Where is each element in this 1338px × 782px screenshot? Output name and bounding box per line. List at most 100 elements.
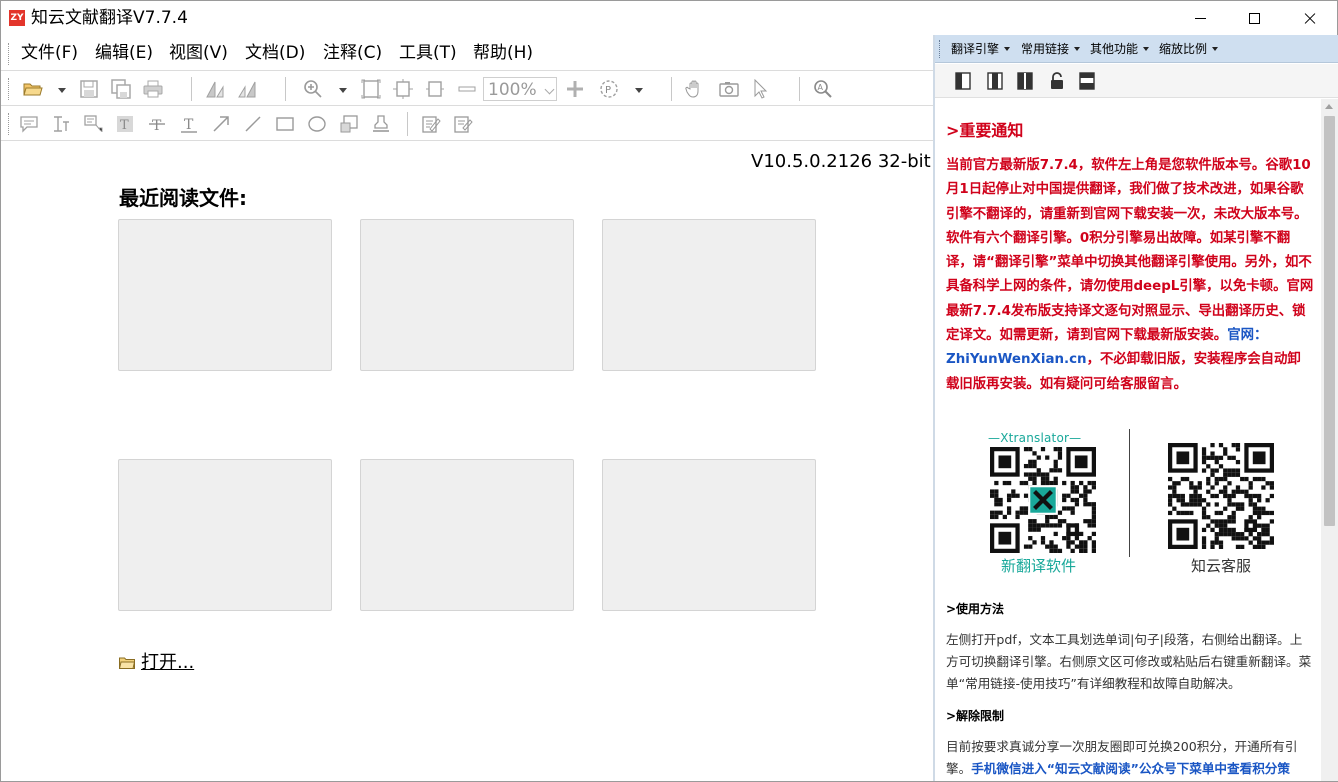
panel-toolbar xyxy=(935,64,1338,98)
minimize-button[interactable] xyxy=(1173,1,1227,35)
rotate-right-icon[interactable] xyxy=(237,79,257,99)
menu-comment[interactable]: 注释(C) xyxy=(323,42,382,64)
arrow-icon[interactable] xyxy=(211,114,231,134)
edit-form-icon[interactable] xyxy=(421,114,441,134)
chevron-down-icon xyxy=(1212,47,1219,51)
toolbar-separator xyxy=(191,77,192,101)
title-bar: ZY 知云文献翻译V7.7.4 xyxy=(1,1,1337,35)
open-folder-icon[interactable] xyxy=(23,79,43,99)
scroll-thumb[interactable] xyxy=(1324,116,1335,526)
usage-text: 左侧打开pdf，文本工具划选单词|句子|段落，右侧给出翻译。上方可切换翻译引擎。… xyxy=(946,632,1312,691)
snapshot-camera-icon[interactable] xyxy=(719,79,739,99)
ellipse-icon[interactable] xyxy=(307,114,327,134)
menu-edit[interactable]: 编辑(E) xyxy=(95,42,153,64)
window-title: 知云文献翻译V7.7.4 xyxy=(31,8,188,28)
fit-page-icon[interactable] xyxy=(393,79,413,99)
recent-file-thumbnail[interactable] xyxy=(602,459,816,611)
chevron-down-icon xyxy=(1074,47,1081,51)
zoom-level-value: 100% xyxy=(488,80,537,100)
panel-grip-icon[interactable] xyxy=(939,40,941,58)
qr-right-label: 知云客服 xyxy=(1191,557,1252,575)
recent-file-thumbnail[interactable] xyxy=(360,459,574,611)
fit-width-icon[interactable] xyxy=(425,79,445,99)
maximize-button[interactable] xyxy=(1227,1,1281,35)
menu-file[interactable]: 文件(F) xyxy=(21,42,78,64)
svg-text:T: T xyxy=(120,118,129,133)
zoom-plus-icon[interactable] xyxy=(565,79,585,99)
menu-translation-engine[interactable]: 翻译引擎 xyxy=(951,42,1011,56)
select-cursor-icon[interactable] xyxy=(751,79,771,99)
menu-other-functions[interactable]: 其他功能 xyxy=(1090,42,1150,56)
zoom-in-icon[interactable] xyxy=(303,79,323,99)
callout-icon[interactable] xyxy=(83,114,103,134)
menu-document[interactable]: 文档(D) xyxy=(245,42,305,64)
menu-help[interactable]: 帮助(H) xyxy=(473,42,533,64)
notice-text: 当前官方最新版7.7.4，软件左上角是您软件版本号。谷歌10月1日起停止对中国提… xyxy=(946,158,1314,392)
qr-left-label: 新翻译软件 xyxy=(1001,557,1077,575)
zoom-level-select[interactable]: 100% xyxy=(483,77,557,101)
qr-divider xyxy=(1129,429,1130,557)
actual-size-icon[interactable] xyxy=(361,79,381,99)
layout-middle-icon[interactable] xyxy=(985,71,1005,91)
toolbar-separator xyxy=(285,77,286,101)
underline-icon[interactable]: T xyxy=(179,114,199,134)
folder-icon xyxy=(119,657,135,669)
line-icon[interactable] xyxy=(243,114,263,134)
recent-file-thumbnail[interactable] xyxy=(360,219,574,371)
app-window: ZY 知云文献翻译V7.7.4 文件(F) 编辑(E) 视图(V) 文档(D) … xyxy=(0,0,1338,782)
attachment-icon[interactable] xyxy=(339,114,359,134)
panel-scrollbar[interactable] xyxy=(1321,99,1338,781)
qr-code-area: —Xtranslator— 新翻译软件 知云客服 xyxy=(935,429,1321,579)
recent-files-title: 最近阅读文件: xyxy=(119,186,247,210)
wechat-link[interactable]: 手机微信进入“知云文献阅读”公众号下菜单中查看积分策 xyxy=(971,761,1290,776)
window-layout-icon[interactable] xyxy=(1077,71,1097,91)
unlock-text: 目前按要求真诚分享一次朋友圈即可兑换200积分，开通所有引擎。手机微信进入“知云… xyxy=(946,739,1298,776)
recent-file-thumbnail[interactable] xyxy=(118,219,332,371)
open-file-link[interactable]: 打开... xyxy=(119,652,194,674)
zoom-dropdown-icon[interactable] xyxy=(339,88,347,93)
zoom-out-minus-icon[interactable] xyxy=(457,79,477,99)
open-dropdown-icon[interactable] xyxy=(58,88,66,93)
rotate-left-icon[interactable] xyxy=(205,79,225,99)
page-layout-icon[interactable]: P xyxy=(599,79,619,99)
layout-dropdown-icon[interactable] xyxy=(635,88,643,93)
toolbar-separator xyxy=(799,77,800,101)
edit-text-icon[interactable] xyxy=(453,114,473,134)
strikeout-icon[interactable]: T xyxy=(147,114,167,134)
recent-file-thumbnail[interactable] xyxy=(118,459,332,611)
hand-tool-icon[interactable] xyxy=(685,79,705,99)
text-box-icon[interactable] xyxy=(51,114,71,134)
rectangle-icon[interactable] xyxy=(275,114,295,134)
svg-text:T: T xyxy=(184,117,194,133)
scroll-up-icon[interactable] xyxy=(1325,104,1333,109)
search-icon[interactable]: A xyxy=(813,79,833,99)
toolbar-grip-icon[interactable] xyxy=(8,78,10,100)
note-comment-icon[interactable] xyxy=(19,114,39,134)
app-logo-icon: ZY xyxy=(9,10,25,26)
usage-title: >使用方法 xyxy=(946,602,1005,616)
annotation-toolbar: T T T xyxy=(1,107,933,141)
save-as-icon[interactable] xyxy=(111,79,131,99)
menu-zoom-ratio[interactable]: 缩放比例 xyxy=(1159,42,1219,56)
toolbar-grip-icon[interactable] xyxy=(8,113,10,135)
qr-code-service-icon xyxy=(1168,443,1274,549)
close-button[interactable] xyxy=(1283,1,1337,35)
menu-view[interactable]: 视图(V) xyxy=(169,42,228,64)
unlock-icon[interactable] xyxy=(1047,71,1067,91)
translation-content[interactable]: >重要通知 当前官方最新版7.7.4，软件左上角是您软件版本号。谷歌10月1日起… xyxy=(935,99,1321,781)
recent-file-thumbnail[interactable] xyxy=(602,219,816,371)
save-icon[interactable] xyxy=(79,79,99,99)
svg-text:A: A xyxy=(818,83,824,92)
highlight-text-icon[interactable]: T xyxy=(115,114,135,134)
menu-tools[interactable]: 工具(T) xyxy=(399,42,457,64)
layout-left-icon[interactable] xyxy=(953,71,973,91)
stamp-icon[interactable] xyxy=(371,114,391,134)
print-icon[interactable] xyxy=(143,79,163,99)
document-pane: 文件(F) 编辑(E) 视图(V) 文档(D) 注释(C) 工具(T) 帮助(H… xyxy=(1,35,933,781)
layout-split-icon[interactable] xyxy=(1015,71,1035,91)
menu-common-links[interactable]: 常用链接 xyxy=(1021,42,1081,56)
panel-menu-bar: 翻译引擎 常用链接 其他功能 缩放比例 xyxy=(935,35,1338,63)
unlock-title: >解除限制 xyxy=(946,709,1005,723)
chevron-down-icon xyxy=(544,84,555,95)
menubar-grip-icon[interactable] xyxy=(8,43,10,65)
